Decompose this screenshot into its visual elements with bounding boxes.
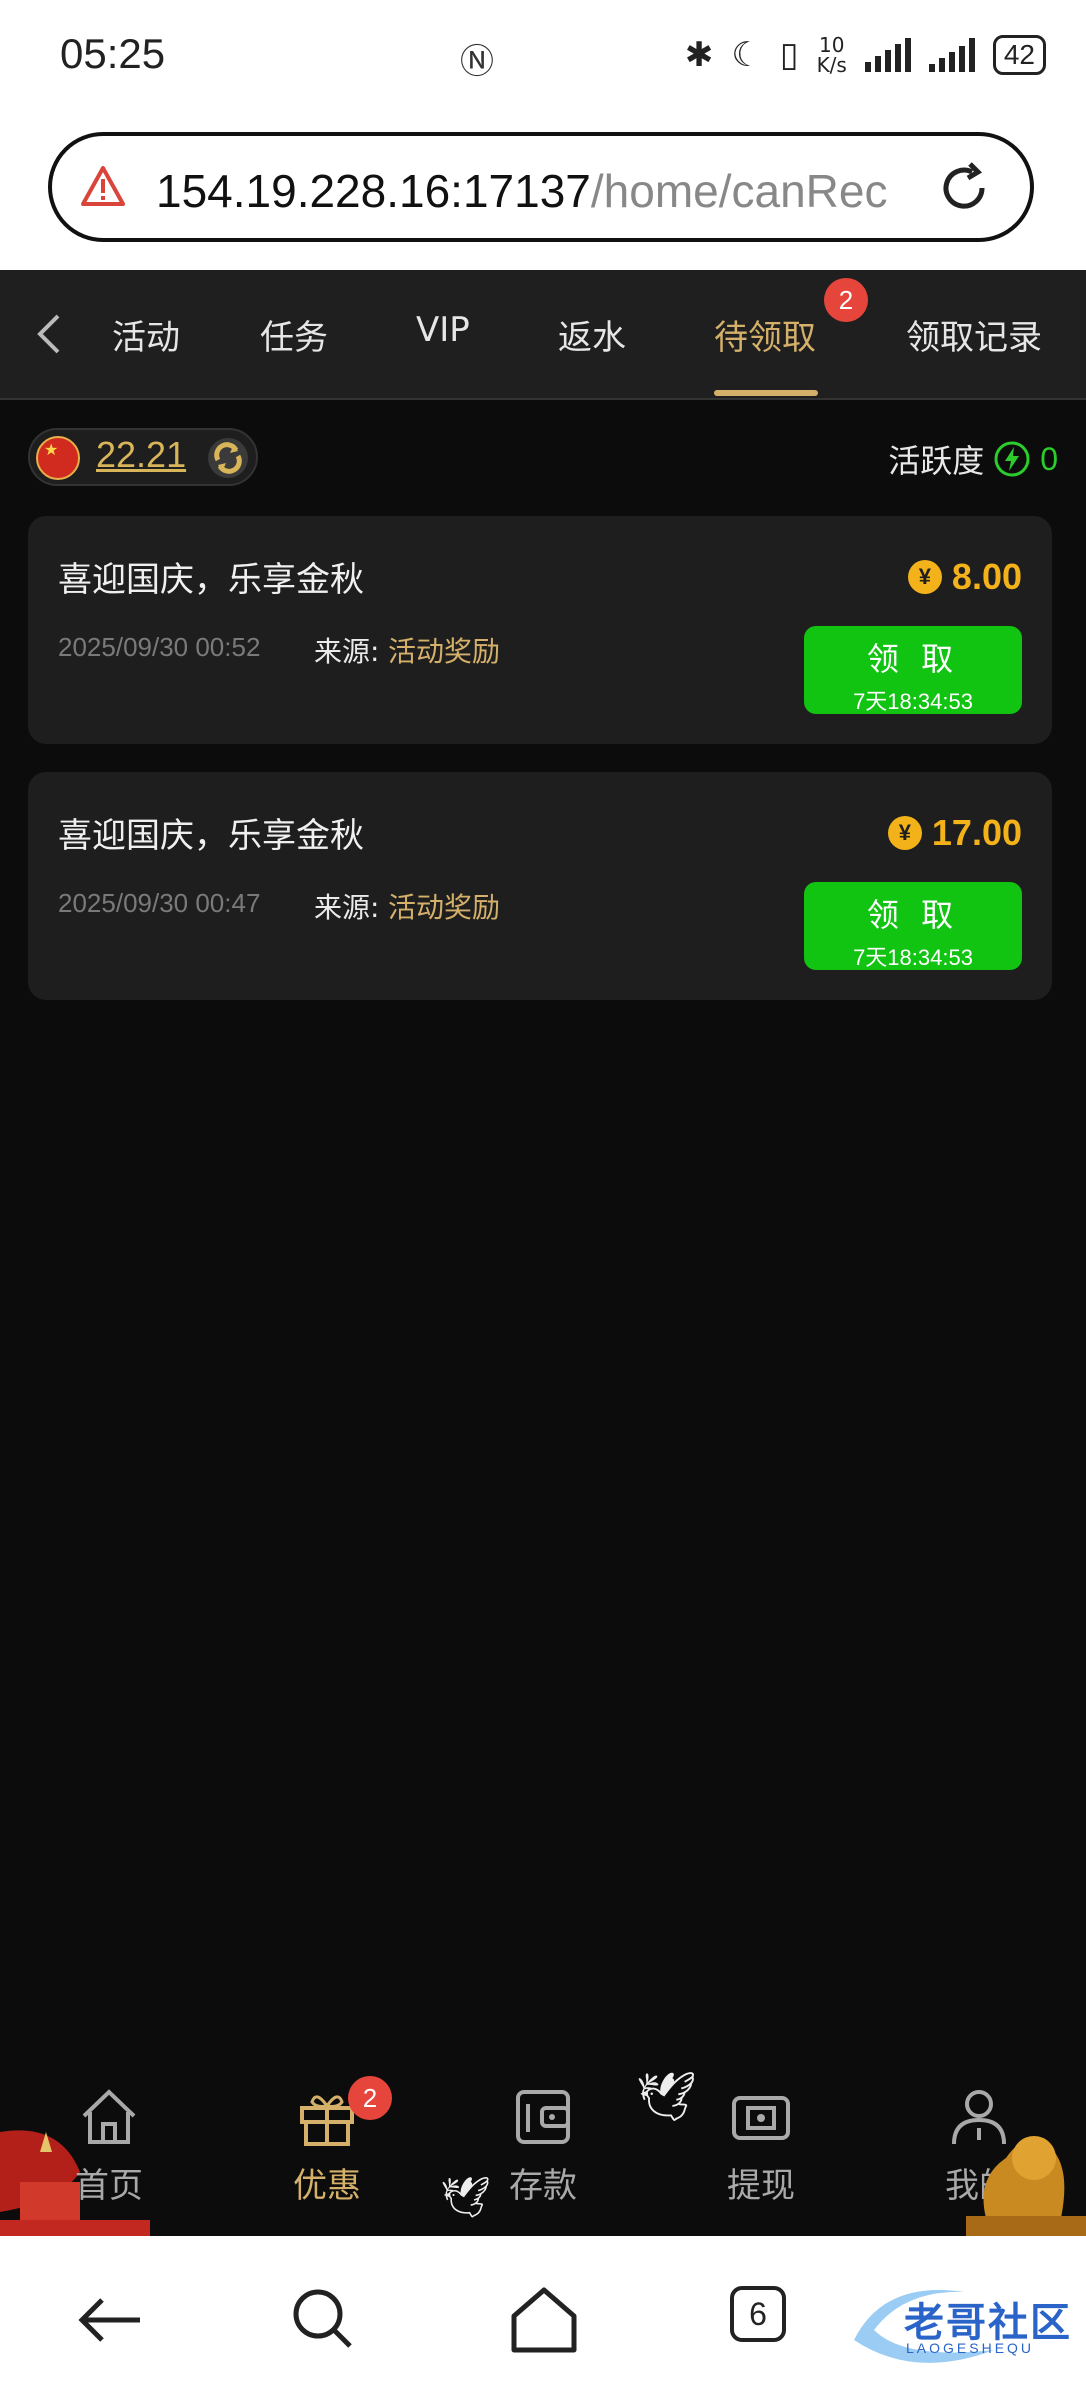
nav-home[interactable]: 首页 xyxy=(34,2084,184,2207)
back-chevron-icon[interactable] xyxy=(30,310,70,358)
reward-title: 喜迎国庆，乐享金秋 xyxy=(58,560,364,600)
reward-title: 喜迎国庆，乐享金秋 xyxy=(58,816,364,856)
tab-active-indicator xyxy=(714,390,818,396)
net-speed-unit: K/s xyxy=(816,53,847,77)
browser-toolbar: 154.19.228.16:17137/home/canRec xyxy=(0,110,1086,270)
activity-value: 0 xyxy=(1040,440,1058,477)
claim-button[interactable]: 领 取 7天18:34:53 xyxy=(804,626,1022,714)
activity-score: 活跃度 0 xyxy=(888,436,1058,482)
tab-history[interactable]: 领取记录 xyxy=(906,310,1042,359)
coin-icon: ¥ xyxy=(907,560,942,594)
coin-icon: ¥ xyxy=(887,816,922,850)
claim-countdown: 7天18:34:53 xyxy=(853,945,973,970)
dove-decoration: 🕊 xyxy=(636,2069,697,2125)
china-flag-icon xyxy=(36,436,80,480)
net-speed: 10 K/s xyxy=(817,35,847,75)
reward-card: 喜迎国庆，乐享金秋 2025/09/30 00:47 来源: 活动奖励 ¥ 17… xyxy=(28,772,1052,1000)
nav-withdraw-label: 提现 xyxy=(727,2166,795,2206)
reward-date: 2025/09/30 00:52 xyxy=(58,632,261,662)
category-tabs: 活动 任务 VIP 返水 待领取 2 领取记录 xyxy=(0,270,1086,400)
bluetooth-icon: ✱ xyxy=(684,35,714,75)
balance-pill[interactable]: 22.21 xyxy=(28,428,258,486)
balance-value: 22.21 xyxy=(96,434,187,475)
withdraw-icon xyxy=(732,2096,790,2140)
wallet-icon xyxy=(516,2090,570,2144)
nav-promotions[interactable]: 优惠 2 xyxy=(252,2076,402,2207)
signal-icon xyxy=(864,38,911,72)
reward-amount-value: 8.00 xyxy=(951,556,1022,597)
reward-amount-value: 17.00 xyxy=(931,812,1022,853)
claim-button-label: 领 取 xyxy=(866,640,960,678)
claim-button[interactable]: 领 取 7天18:34:53 xyxy=(804,882,1022,970)
nav-promotions-badge: 2 xyxy=(348,2076,392,2120)
warning-icon[interactable] xyxy=(80,164,126,210)
status-icons: ✱ ☾ ▯ 10 K/s 42 xyxy=(685,30,1046,80)
reward-source-label: 来源: xyxy=(314,891,380,924)
url-path: /home/canRec xyxy=(590,165,888,217)
lion-statue-decoration xyxy=(966,2136,1086,2236)
address-bar[interactable]: 154.19.228.16:17137/home/canRec xyxy=(48,132,1034,242)
status-bar: 05:25 Ⓝ ✱ ☾ ▯ 10 K/s 42 xyxy=(0,0,1086,110)
tab-pending-badge: 2 xyxy=(824,278,868,322)
watermark-subtext: LAOGESHEQU xyxy=(906,2340,1035,2356)
tab-rebate[interactable]: 返水 xyxy=(558,310,626,359)
reward-source: 活动奖励 xyxy=(388,635,501,668)
nav-home-label: 首页 xyxy=(75,2166,143,2206)
system-nav-bar: 6 老哥社区 LAOGESHEQU xyxy=(0,2236,1086,2400)
back-arrow-icon[interactable] xyxy=(70,2280,150,2360)
claim-button-label: 领 取 xyxy=(866,896,960,934)
bottom-nav: 首页 优惠 2 存款 提现 我的 🕊 🕊 xyxy=(0,2068,1086,2236)
home-button-icon[interactable] xyxy=(504,2280,584,2360)
dove-decoration-small: 🕊 xyxy=(440,2175,491,2221)
search-icon[interactable] xyxy=(284,2280,364,2360)
activity-label: 活跃度 xyxy=(888,442,985,480)
signal-icon-2 xyxy=(928,38,975,72)
tab-pending[interactable]: 待领取 xyxy=(714,310,816,359)
home-icon xyxy=(82,2089,136,2144)
lightning-icon xyxy=(994,441,1030,477)
reload-icon[interactable] xyxy=(934,158,994,218)
nfc-icon: Ⓝ xyxy=(460,42,494,82)
url-text[interactable]: 154.19.228.16:17137/home/canRec xyxy=(156,164,956,218)
tab-switcher-button[interactable]: 6 xyxy=(730,2286,786,2342)
tab-tasks[interactable]: 任务 xyxy=(260,310,328,359)
nav-withdraw[interactable]: 提现 xyxy=(686,2084,836,2207)
vibrate-icon: ▯ xyxy=(779,35,799,75)
moon-icon: ☾ xyxy=(731,35,762,75)
reward-source-label: 来源: xyxy=(314,635,380,668)
reward-amount: ¥ 8.00 xyxy=(907,556,1022,598)
watermark-logo: 老哥社区 LAOGESHEQU xyxy=(844,2280,1074,2370)
tab-activity[interactable]: 活动 xyxy=(112,310,180,359)
claim-countdown: 7天18:34:53 xyxy=(853,689,973,714)
reward-card: 喜迎国庆，乐享金秋 2025/09/30 00:52 来源: 活动奖励 ¥ 8.… xyxy=(28,516,1052,744)
reward-amount: ¥ 17.00 xyxy=(887,812,1022,854)
reward-date: 2025/09/30 00:47 xyxy=(58,888,261,918)
url-host: 154.19.228.16:17137 xyxy=(156,165,591,217)
nav-promotions-label: 优惠 xyxy=(293,2166,361,2206)
status-time: 05:25 xyxy=(60,30,166,77)
tab-vip[interactable]: VIP xyxy=(416,310,470,350)
reward-source: 活动奖励 xyxy=(388,891,501,924)
refresh-icon[interactable] xyxy=(206,436,250,480)
battery-indicator: 42 xyxy=(992,35,1046,75)
